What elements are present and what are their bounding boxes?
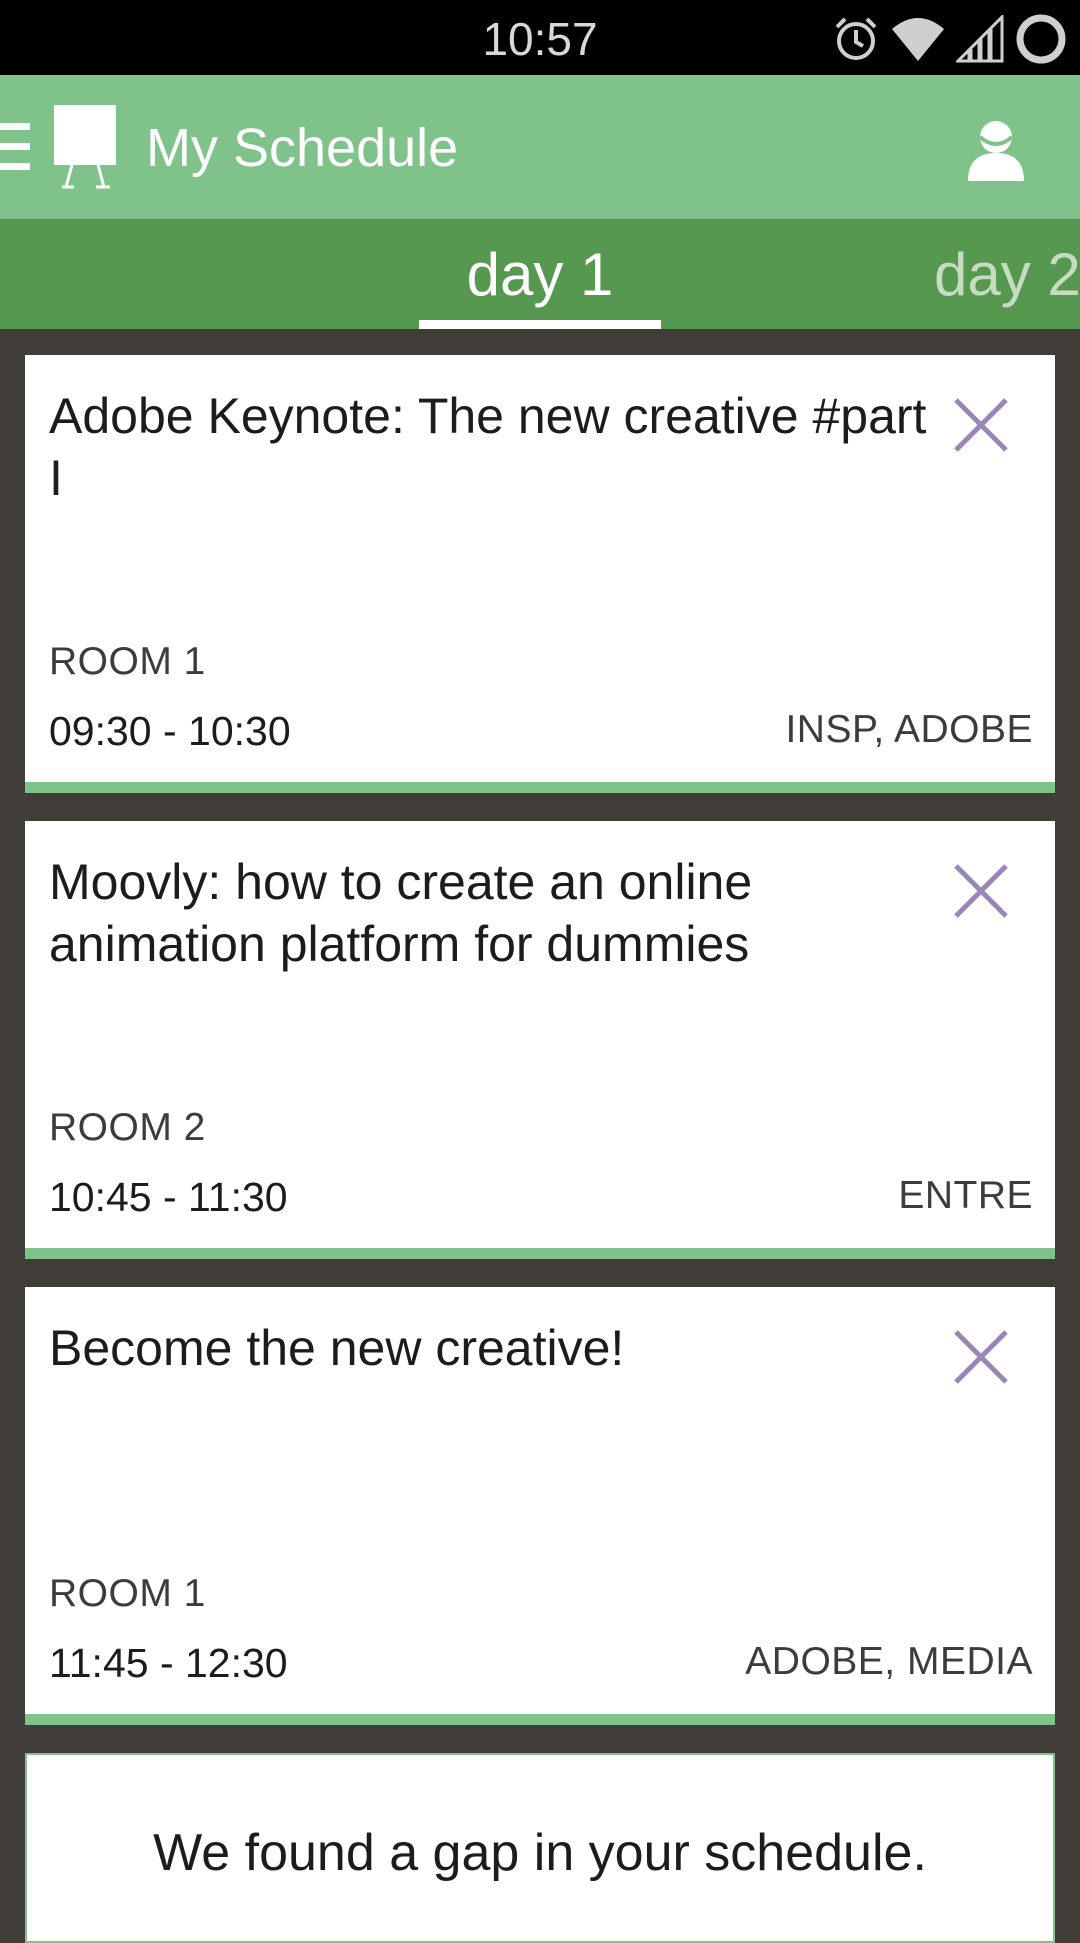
session-tags: INSP, ADOBE xyxy=(785,708,1033,751)
app-bar: My Schedule xyxy=(0,75,1080,219)
session-room: ROOM 1 xyxy=(49,1572,206,1615)
wifi-icon xyxy=(892,18,944,61)
day-tab-bar: day 1 day 2 xyxy=(0,219,1080,329)
session-card[interactable]: Moovly: how to create an online animatio… xyxy=(25,821,1055,1259)
session-tags: ADOBE, MEDIA xyxy=(745,1640,1033,1683)
session-title: Moovly: how to create an online animatio… xyxy=(49,854,753,972)
tab-day-1[interactable]: day 1 xyxy=(419,219,661,329)
session-tags: ENTRE xyxy=(898,1174,1033,1217)
menu-icon[interactable] xyxy=(0,123,30,171)
app-logo-icon[interactable] xyxy=(52,103,118,191)
session-title: Become the new creative! xyxy=(49,1320,625,1376)
close-icon[interactable] xyxy=(953,863,1009,919)
profile-icon[interactable] xyxy=(962,115,1030,183)
session-room: ROOM 2 xyxy=(49,1106,206,1149)
session-title: Adobe Keynote: The new creative #part I xyxy=(49,388,927,506)
schedule-gap-card[interactable]: We found a gap in your schedule. xyxy=(25,1753,1055,1943)
session-time: 11:45 - 12:30 xyxy=(49,1640,288,1686)
schedule-gap-message: We found a gap in your schedule. xyxy=(153,1824,927,1882)
active-tab-indicator xyxy=(419,320,661,329)
session-card[interactable]: Become the new creative! ROOM 1 11:45 - … xyxy=(25,1287,1055,1725)
page-title: My Schedule xyxy=(146,118,459,178)
tab-day-2[interactable]: day 2 xyxy=(934,219,1080,329)
session-room: ROOM 1 xyxy=(49,640,206,683)
circle-icon xyxy=(1016,14,1066,64)
close-icon[interactable] xyxy=(953,1329,1009,1385)
signal-icon xyxy=(956,15,1004,63)
session-card[interactable]: Adobe Keynote: The new creative #part I … xyxy=(25,355,1055,793)
alarm-icon xyxy=(835,17,877,60)
close-icon[interactable] xyxy=(953,397,1009,453)
status-bar: 10:57 xyxy=(0,0,1080,75)
session-time: 10:45 - 11:30 xyxy=(49,1174,288,1220)
status-icons xyxy=(832,10,1068,68)
session-time: 09:30 - 10:30 xyxy=(49,708,291,754)
